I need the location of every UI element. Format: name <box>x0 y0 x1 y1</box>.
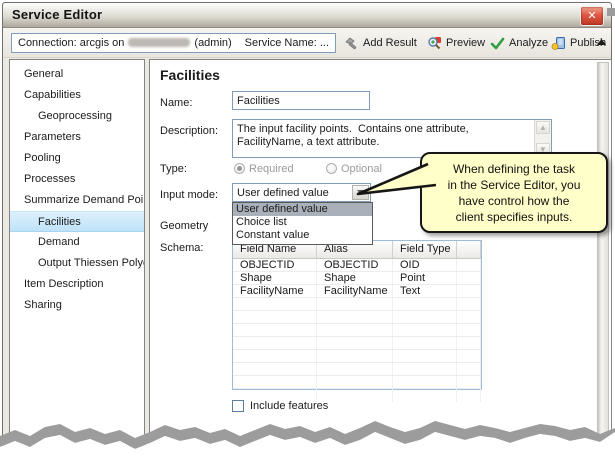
dropdown-option-user-defined[interactable]: User defined value <box>233 203 372 216</box>
geometry-label: Geometry <box>160 220 208 232</box>
sidebar-item-facilities[interactable]: Facilities <box>10 211 144 232</box>
hammer-icon <box>344 36 359 50</box>
panel-scrollbar[interactable] <box>597 62 609 440</box>
description-label: Description: <box>160 125 218 137</box>
scroll-up-icon[interactable]: ▲ <box>536 121 550 134</box>
add-result-button[interactable]: Add Result <box>344 33 417 53</box>
checkmark-icon <box>490 37 505 50</box>
preview-button[interactable]: Preview <box>427 33 485 53</box>
name-input[interactable] <box>232 91 370 110</box>
callout-line: client specifies inputs. <box>422 209 606 225</box>
add-result-label: Add Result <box>363 37 417 49</box>
schema-label: Schema: <box>160 242 203 254</box>
dropdown-option-choice-list[interactable]: Choice list <box>233 216 372 229</box>
schema-table: Field Name Alias Field Type OBJECTID OBJ… <box>232 240 482 390</box>
sidebar-item-sharing[interactable]: Sharing <box>10 295 144 316</box>
column-header-spacer <box>457 241 481 258</box>
panel-heading: Facilities <box>160 67 220 83</box>
window-title: Service Editor <box>12 7 102 22</box>
magnifier-icon <box>427 36 442 50</box>
callout-line: When defining the task <box>422 161 606 177</box>
sidebar-item-geoprocessing[interactable]: Geoprocessing <box>10 106 144 127</box>
radio-dot <box>237 166 242 171</box>
facilities-panel: Facilities Name: Description: The input … <box>149 59 612 447</box>
tooltip-callout: When defining the task in the Service Ed… <box>420 152 608 233</box>
input-mode-dropdown-list: User defined value Choice list Constant … <box>232 202 373 245</box>
name-label: Name: <box>160 97 192 109</box>
table-row-empty <box>233 363 481 376</box>
type-label: Type: <box>160 163 187 175</box>
table-row[interactable]: Shape Shape Point <box>233 272 481 285</box>
table-row-empty <box>233 337 481 350</box>
sidebar-item-capabilities[interactable]: Capabilities <box>10 85 144 106</box>
column-header-field-type[interactable]: Field Type <box>393 241 457 258</box>
include-features-checkbox[interactable] <box>232 400 244 412</box>
screenshot-root: { "window": { "title": "Service Editor",… <box>0 0 615 456</box>
callout-line: have control how the <box>422 193 606 209</box>
publish-icon <box>551 36 566 50</box>
sidebar-item-demand[interactable]: Demand <box>10 232 144 253</box>
redacted-server-name <box>128 38 190 47</box>
required-radio-label: Required <box>249 163 294 175</box>
table-row-empty <box>233 298 481 311</box>
sidebar-item-summarize-demand-points[interactable]: Summarize Demand Points By <box>10 190 144 211</box>
dropdown-option-constant-value[interactable]: Constant value <box>233 229 372 242</box>
input-mode-label: Input mode: <box>160 189 218 201</box>
table-row-empty <box>233 350 481 363</box>
connection-box: Connection: arcgis on(admin) Service Nam… <box>11 33 336 53</box>
preview-label: Preview <box>446 37 485 49</box>
callout-tail <box>350 158 442 204</box>
analyze-button[interactable]: Analyze <box>490 33 548 53</box>
table-row-empty <box>233 376 481 389</box>
table-row-empty <box>233 311 481 324</box>
connection-text: Connection: arcgis on(admin) <box>18 37 232 49</box>
sidebar-item-processes[interactable]: Processes <box>10 169 144 190</box>
input-mode-value: User defined value <box>237 187 329 199</box>
optional-radio[interactable] <box>326 163 337 174</box>
table-row[interactable]: FacilityName FacilityName Text <box>233 285 481 298</box>
triangle-up-icon <box>596 38 607 46</box>
close-button[interactable]: ✕ <box>580 6 604 26</box>
sidebar-item-general[interactable]: General <box>10 64 144 85</box>
sidebar-item-parameters[interactable]: Parameters <box>10 127 144 148</box>
title-bar: Service Editor ✕ <box>3 3 611 28</box>
collapse-toolbar-button[interactable] <box>596 37 608 47</box>
sidebar-item-output-thiessen-polygons[interactable]: Output Thiessen Polygons <box>10 253 144 274</box>
sidebar-item-pooling[interactable]: Pooling <box>10 148 144 169</box>
include-features-label: Include features <box>250 400 328 412</box>
table-row-empty <box>233 324 481 337</box>
analyze-label: Analyze <box>509 37 548 49</box>
callout-line: in the Service Editor, you <box>422 177 606 193</box>
sidebar-item-item-description[interactable]: Item Description <box>10 274 144 295</box>
settings-nav-sidebar: General Capabilities Geoprocessing Param… <box>9 59 145 447</box>
required-radio[interactable] <box>234 163 245 174</box>
close-icon: ✕ <box>587 10 596 22</box>
service-name-text: Service Name: ... <box>245 37 329 49</box>
toolbar: Connection: arcgis on(admin) Service Nam… <box>3 28 611 58</box>
table-row[interactable]: OBJECTID OBJECTID OID <box>233 259 481 272</box>
torn-edge-nub <box>607 8 615 16</box>
